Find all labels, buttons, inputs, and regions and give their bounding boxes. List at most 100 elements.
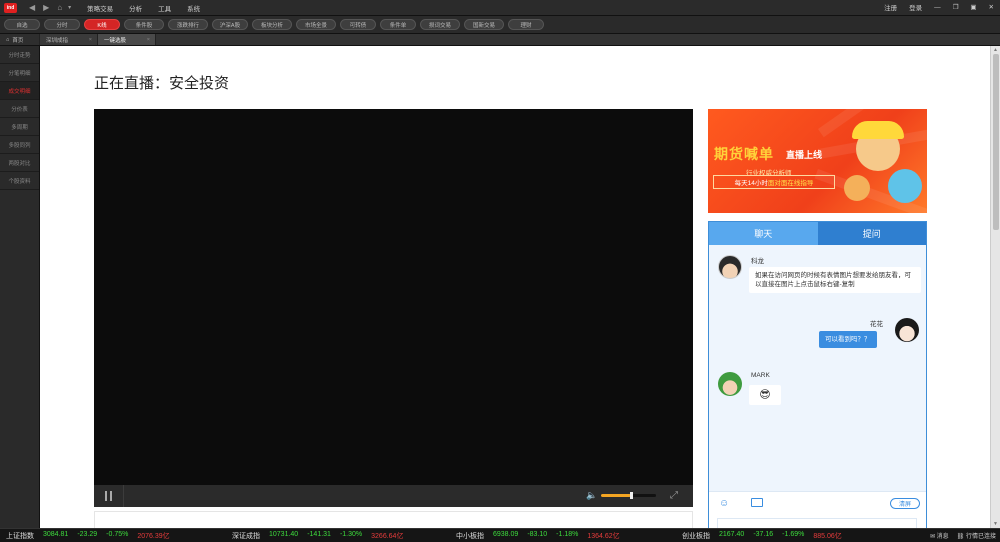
quick-toolbar: 自选 分时 K线 条件股 涨跌排行 沪深A股 板块分析 市场全景 可转债 条件单… (0, 16, 1000, 34)
toolbar-trade-button[interactable]: 损词交易 (420, 19, 460, 30)
player-controls: 🔈 ⤢ (94, 485, 693, 507)
document-tabs: ⌂ 首页 深圳成指 × 一键选股 × (0, 34, 1000, 46)
toolbar-guoxin-button[interactable]: 国新交易 (464, 19, 504, 30)
tab-home[interactable]: ⌂ 首页 (0, 34, 40, 45)
sidebar-item-tick-detail[interactable]: 分笔明细 (0, 64, 39, 82)
tab-ask[interactable]: 提问 (817, 222, 926, 245)
cool-emoji-icon: 😎 (759, 388, 771, 401)
back-icon[interactable]: ◀ (29, 3, 35, 12)
toolbar-a-shares-button[interactable]: 沪深A股 (212, 19, 248, 30)
index-shenzhen[interactable]: 深证成指 10731.40 -141.31 -1.30% 3266.64亿 (232, 531, 403, 541)
image-icon[interactable] (751, 498, 763, 507)
avatar (718, 255, 742, 279)
volume-icon[interactable]: 🔈 (586, 490, 597, 502)
minimize-icon[interactable]: — (934, 4, 941, 11)
home-icon[interactable]: ⌂ (57, 3, 62, 12)
window-controls: 注册 登录 — ❐ ▣ ✕ (884, 2, 994, 13)
toolbar-watchlist-button[interactable]: 自选 (4, 19, 40, 30)
maximize-icon[interactable]: ▣ (970, 3, 976, 11)
message-bubble: 可以看到吗？？ (819, 331, 877, 348)
chat-tabs: 聊天 提问 (709, 222, 926, 245)
tab-shenzhen-index[interactable]: 深圳成指 × (40, 34, 98, 45)
toolbar-condition-stock-button[interactable]: 条件股 (124, 19, 164, 30)
sidebar-item-compare[interactable]: 两股对比 (0, 154, 39, 172)
toolbar-convertible-button[interactable]: 可转债 (340, 19, 376, 30)
index-amount: 2076.39亿 (137, 533, 170, 540)
scroll-down-icon[interactable]: ▼ (993, 521, 998, 527)
app-logo[interactable]: ind (4, 2, 17, 13)
toolbar-ranking-button[interactable]: 涨跌排行 (168, 19, 208, 30)
index-amount: 3266.64亿 (371, 533, 404, 540)
dropdown-icon[interactable]: ▾ (68, 4, 71, 11)
menu-system[interactable]: 系统 (187, 3, 200, 13)
futures-live-banner[interactable]: 期货喊单 直播上线 行业权威分析师 每天14小时 面对面在线指导 (708, 109, 927, 213)
tab-chat[interactable]: 聊天 (709, 222, 818, 245)
sidebar-item-intraday[interactable]: 分时走势 (0, 46, 39, 64)
index-name: 中小板指 (456, 533, 484, 540)
tab-home-label: 首页 (12, 37, 24, 44)
index-value: 6938.09 (493, 531, 519, 538)
toolbar-market-overview-button[interactable]: 市场全景 (296, 19, 336, 30)
tab-close-icon[interactable]: × (89, 37, 92, 43)
menu-analysis[interactable]: 分析 (129, 3, 142, 13)
connection-status[interactable]: ⛓ 行情已连接 (957, 531, 996, 540)
connection-label: 行情已连接 (965, 534, 996, 540)
chat-input[interactable] (717, 518, 917, 528)
forward-icon[interactable]: ▶ (43, 3, 49, 12)
emoji-icon[interactable]: ☺ (719, 498, 729, 509)
toolbar-condition-order-button[interactable]: 条件单 (380, 19, 416, 30)
banner-title: 期货喊单 (714, 146, 774, 162)
banner-subtitle: 直播上线 (786, 150, 823, 160)
market-status-bar: 上证指数 3084.81 -23.29 -0.75% 2076.39亿 深证成指… (0, 528, 1000, 542)
banner-schedule-pre: 每天14小时 (734, 180, 768, 187)
index-chinext[interactable]: 创业板指 2167.40 -37.16 -1.69% 885.06亿 (682, 531, 842, 541)
live-page: 正在直播：安全投资 🔈 ⤢ 期货喊单 直播上线 行业权威分析师 每天14小时 面对… (40, 46, 990, 528)
sidebar-item-price-table[interactable]: 分价表 (0, 100, 39, 118)
video-player[interactable]: 🔈 ⤢ (94, 109, 693, 507)
index-value: 10731.40 (269, 531, 299, 538)
banner-schedule-highlight: 面对面在线指导 (767, 180, 814, 187)
sidebar-item-stock-info[interactable]: 个股资料 (0, 172, 39, 190)
avatar (718, 372, 742, 396)
index-name: 上证指数 (6, 533, 34, 540)
tab-stock-picker[interactable]: 一键选股 × (98, 34, 156, 45)
toolbar-intraday-button[interactable]: 分时 (44, 19, 80, 30)
index-value: 3084.81 (43, 531, 69, 538)
scroll-thumb[interactable] (993, 54, 999, 230)
chat-input-area: ☺ 清屏 (709, 491, 926, 528)
left-sidebar: 分时走势 分笔明细 成交明细 分价表 多周期 多股同列 两股对比 个股资料 (0, 46, 40, 528)
sidebar-item-multi-stock[interactable]: 多股同列 (0, 136, 39, 154)
scroll-up-icon[interactable]: ▲ (993, 47, 998, 53)
volume-handle[interactable] (630, 492, 634, 499)
tab-close-icon[interactable]: × (147, 37, 150, 43)
page-scrollbar[interactable]: ▲ ▼ (990, 46, 1000, 528)
message-author: MARK (751, 372, 770, 379)
close-icon[interactable]: ✕ (989, 3, 994, 11)
index-percent: -0.75% (106, 531, 129, 538)
pause-button[interactable] (94, 485, 124, 507)
menu-tools[interactable]: 工具 (158, 3, 171, 13)
index-shanghai[interactable]: 上证指数 3084.81 -23.29 -0.75% 2076.39亿 (6, 531, 170, 541)
restore-icon[interactable]: ❐ (953, 3, 959, 11)
messages-label: 消息 (936, 534, 949, 540)
index-change: -141.31 (307, 531, 331, 538)
menu-strategy-trade[interactable]: 策略交易 (87, 3, 113, 13)
sidebar-item-trade-detail[interactable]: 成交明细 (0, 82, 39, 100)
toolbar-sector-button[interactable]: 板块分析 (252, 19, 292, 30)
toolbar-kline-button[interactable]: K线 (84, 19, 120, 30)
pause-icon (105, 491, 107, 501)
banner-schedule: 每天14小时 面对面在线指导 (713, 175, 835, 189)
messages-button[interactable]: ✉ 消息 (930, 531, 949, 540)
index-sme[interactable]: 中小板指 6938.09 -83.10 -1.18% 1364.62亿 (456, 531, 620, 541)
login-link[interactable]: 登录 (909, 2, 922, 12)
toolbar-wealth-button[interactable]: 理财 (508, 19, 544, 30)
volume-slider[interactable] (601, 492, 656, 499)
sidebar-item-multi-period[interactable]: 多周期 (0, 118, 39, 136)
clear-button[interactable]: 清屏 (890, 498, 920, 509)
fullscreen-icon[interactable]: ⤢ (670, 490, 678, 501)
register-link[interactable]: 注册 (884, 2, 897, 12)
message-author: 花花 (870, 321, 883, 328)
index-percent: -1.18% (556, 531, 579, 538)
chat-messages: 科龙 如果在访问网页的时候有表情图片想要发给朋友看，可以直接在图片上点击鼠标右键… (709, 245, 926, 491)
avatar (895, 318, 919, 342)
